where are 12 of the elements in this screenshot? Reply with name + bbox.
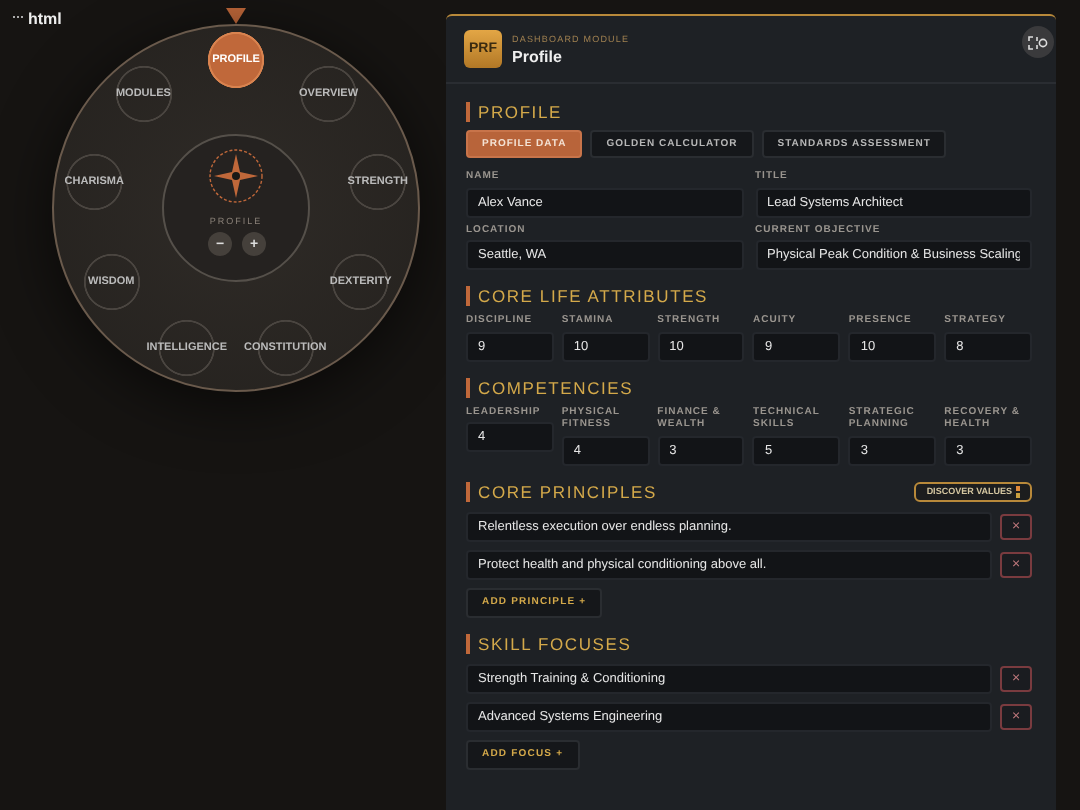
compass-icon xyxy=(208,148,264,204)
section-heading: CORE PRINCIPLES xyxy=(478,481,657,501)
section-heading: COMPETENCIES xyxy=(478,377,634,397)
pointer-icon xyxy=(226,8,246,24)
collapse-icon xyxy=(1028,35,1048,49)
section-heading: SKILL FOCUSES xyxy=(478,633,632,653)
panel-title: Profile xyxy=(512,47,564,65)
marker-icon xyxy=(1016,485,1020,497)
section-heading: CORE LIFE ATTRIBUTES xyxy=(478,286,709,306)
collapse-button[interactable] xyxy=(1022,26,1054,58)
app-label: html xyxy=(28,10,62,28)
section-heading: PROFILE xyxy=(478,102,562,122)
